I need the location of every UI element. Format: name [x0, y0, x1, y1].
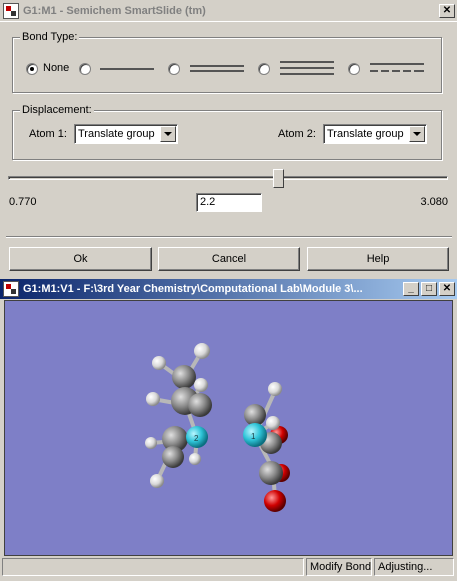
help-button[interactable]: Help: [307, 247, 449, 271]
slider-min-label: 0.770: [9, 196, 37, 208]
bond-triple-radio[interactable]: [258, 63, 270, 75]
hydrogen-atom[interactable]: [145, 437, 157, 449]
atom2-label: Atom 2:: [278, 128, 316, 140]
chevron-down-icon[interactable]: [409, 126, 425, 142]
viewer-titlebar[interactable]: G1:M1:V1 - F:\3rd Year Chemistry\Computa…: [0, 279, 457, 299]
viewer-title: G1:M1:V1 - F:\3rd Year Chemistry\Computa…: [23, 283, 363, 295]
atom1-label: Atom 1:: [29, 128, 67, 140]
status-panel-main: [2, 558, 304, 576]
hydrogen-atom[interactable]: [189, 453, 201, 465]
minimize-icon: _: [408, 283, 414, 294]
hydrogen-atom[interactable]: [194, 378, 208, 392]
hydrogen-atom[interactable]: [150, 474, 164, 488]
gaussview-app-icon: [3, 281, 19, 297]
distance-value-input[interactable]: 2.2: [196, 193, 262, 212]
carbon-atom[interactable]: [259, 461, 283, 485]
carbon-atom[interactable]: [188, 393, 212, 417]
distance-slider-track[interactable]: [8, 176, 448, 180]
oxygen-atom[interactable]: [264, 490, 286, 512]
displacement-legend: Displacement:: [20, 104, 94, 116]
status-panel-state: Adjusting...: [374, 558, 454, 576]
ok-button[interactable]: Ok: [9, 247, 152, 271]
bond-single-radio[interactable]: [79, 63, 91, 75]
bond-none-radio[interactable]: [26, 63, 38, 75]
maximize-icon: □: [425, 283, 433, 294]
atom-label-1: 1: [251, 432, 256, 441]
hydrogen-atom[interactable]: [268, 382, 282, 396]
slider-max-label: 3.080: [420, 196, 448, 208]
hydrogen-atom[interactable]: [146, 392, 160, 406]
divider: [6, 236, 452, 238]
viewer-close-button[interactable]: ✕: [439, 282, 455, 296]
close-icon: ✕: [442, 4, 452, 16]
dashed-bond-icon: [370, 62, 424, 74]
carbon-atom[interactable]: [244, 404, 266, 426]
dialog-titlebar[interactable]: G1:M1 - Semichem SmartSlide (tm) ✕: [0, 0, 457, 22]
atom1-select-value: Translate group: [78, 128, 155, 140]
gaussview-app-icon: [3, 2, 19, 19]
hydrogen-atom[interactable]: [152, 356, 166, 370]
status-panel-mode: Modify Bond: [306, 558, 372, 576]
dialog-title: G1:M1 - Semichem SmartSlide (tm): [23, 4, 206, 17]
triple-bond-icon: [280, 60, 334, 76]
hydrogen-atom[interactable]: [266, 416, 280, 430]
bond-none-label: None: [43, 62, 70, 74]
atom2-select-value: Translate group: [327, 128, 404, 140]
carbon-atom[interactable]: [172, 365, 196, 389]
atom2-select[interactable]: Translate group: [323, 124, 427, 144]
molecule-canvas[interactable]: 2 1: [5, 301, 453, 556]
atom1-select[interactable]: Translate group: [74, 124, 178, 144]
maximize-button[interactable]: □: [421, 282, 437, 296]
bond-double-radio[interactable]: [168, 63, 180, 75]
molecule-viewport[interactable]: 2 1: [4, 300, 453, 556]
single-bond-icon: [100, 68, 154, 70]
chevron-down-icon[interactable]: [160, 126, 176, 142]
distance-slider-thumb[interactable]: [273, 169, 284, 188]
bond-type-legend: Bond Type:: [20, 31, 80, 43]
carbon-atom[interactable]: [162, 446, 184, 468]
atom-label-2: 2: [194, 434, 199, 443]
hydrogen-atom[interactable]: [194, 343, 210, 359]
double-bond-icon: [190, 64, 244, 74]
minimize-button[interactable]: _: [403, 282, 419, 296]
cancel-button[interactable]: Cancel: [158, 247, 300, 271]
bond-dashed-radio[interactable]: [348, 63, 360, 75]
status-bar: Modify Bond Adjusting...: [0, 558, 457, 578]
close-icon: ✕: [442, 283, 452, 294]
dialog-close-button[interactable]: ✕: [439, 3, 455, 18]
